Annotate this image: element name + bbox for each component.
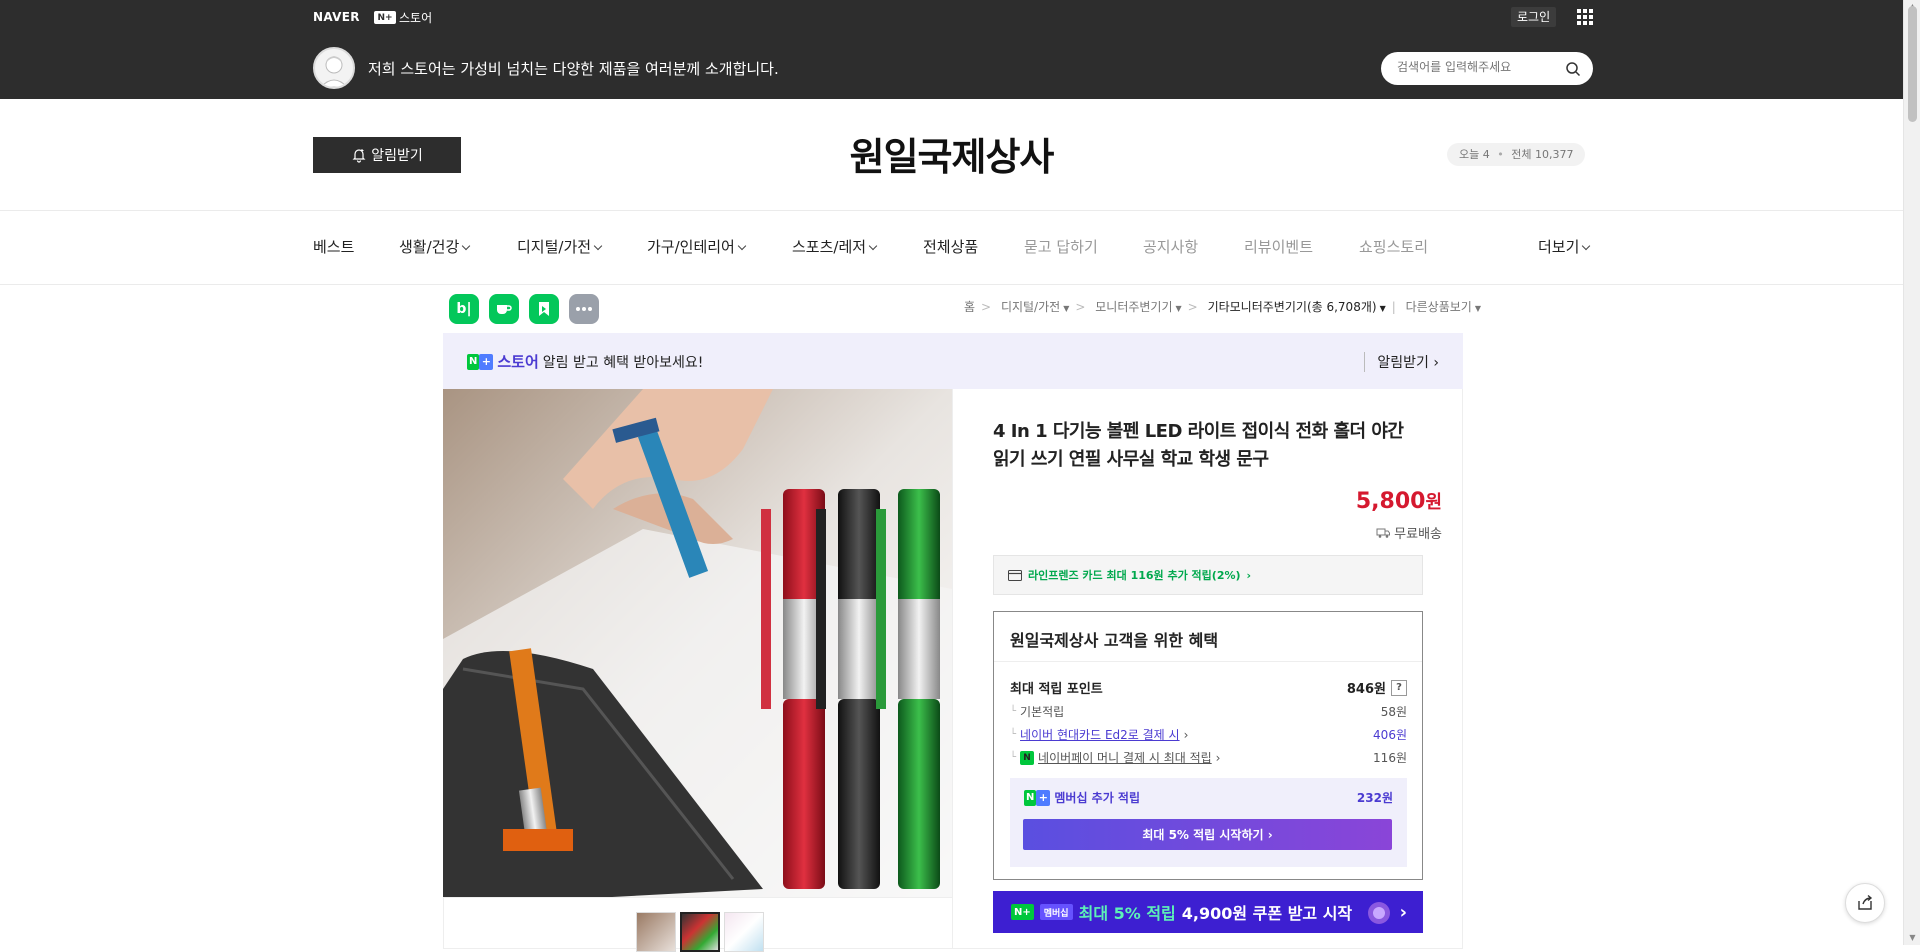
share-icon [1858, 894, 1873, 910]
today-count: 오늘 4 [1459, 148, 1490, 161]
apps-grid-icon[interactable] [1577, 9, 1593, 25]
chevron-down-icon [462, 241, 471, 251]
points-row-basic: └ 기본적립 58원 [1010, 705, 1407, 719]
breadcrumb-cat1[interactable]: 디지털/가전 ▼ [1001, 300, 1069, 314]
promo-alarm-link[interactable]: 알림받기 › [1364, 352, 1439, 372]
breadcrumb-other-products[interactable]: 다른상품보기 ▼ [1406, 300, 1481, 314]
chevron-down-icon [593, 241, 603, 251]
nav-item-furniture[interactable]: 가구/인테리어 [647, 236, 747, 257]
nplus-badge: N+ [1011, 904, 1034, 920]
visit-count: 오늘 4 • 전체 10,377 [1447, 143, 1586, 166]
cafe-icon[interactable] [489, 294, 519, 324]
breadcrumb: 홈 > 디지털/가전 ▼ > 모니터주변기기 ▼ > 기타모니터주변기기(총 6,708개… [964, 300, 1481, 314]
search-icon[interactable] [1565, 61, 1581, 77]
chevron-down-icon [1582, 241, 1591, 251]
thumbnail-list [636, 912, 764, 952]
category-nav: 베스트 생활/건강 디지털/가전 가구/인테리어 스포츠/레저 전체상품 묻고 … [313, 236, 1593, 258]
npay-money-link[interactable]: 네이버페이 머니 결제 시 최대 적립 [1038, 749, 1212, 766]
vertical-scrollbar[interactable]: ▲ ▼ [1903, 0, 1920, 945]
shipping-info: 무료배송 [1376, 523, 1442, 542]
nav-item-qna[interactable]: 묻고 답하기 [1024, 236, 1098, 257]
credit-card-icon [1008, 569, 1022, 581]
chevron-right-icon: › [1433, 355, 1439, 371]
benefits-panel: 원일국제상사 고객을 위한 혜택 최대 적립 포인트 846원? └ 기본적립 5… [993, 611, 1423, 880]
truck-icon [1376, 528, 1391, 538]
product-main-image[interactable] [443, 389, 952, 898]
chevron-right-icon: › [1246, 568, 1252, 582]
login-button[interactable]: 로그인 [1511, 7, 1557, 27]
search-box[interactable] [1381, 52, 1593, 85]
header-divider [0, 210, 1903, 211]
chevron-right-icon: › [1399, 901, 1407, 923]
membership-tag: 멤버십 [1039, 904, 1073, 920]
points-row-card: └ 네이버 현대카드 Ed2로 결제 시 › 406원 [1010, 726, 1407, 743]
image-divider [952, 389, 953, 949]
top-header: NAVER N+ 스토어 로그인 저희 스토어는 가성비 넘치는 다양한 제품을… [0, 0, 1903, 99]
membership-box: N + 멤버십 추가 적립 232원 최대 5% 적립 시작하기 › [1010, 778, 1407, 867]
points-row-npay: └ N 네이버페이 머니 결제 시 최대 적립 › 116원 [1010, 749, 1407, 766]
store-title[interactable]: 원일국제상사 [0, 126, 1903, 181]
thumbnail-2[interactable] [680, 912, 720, 952]
nav-item-sports[interactable]: 스포츠/레저 [792, 236, 878, 257]
chevron-down-icon [868, 241, 878, 251]
nplus-store-logo[interactable]: N+ 스토어 [374, 9, 432, 26]
nplus-badge: N [467, 353, 480, 370]
benefits-title: 원일국제상사 고객을 위한 혜택 [1010, 631, 1219, 650]
nav-item-shopping-story[interactable]: 쇼핑스토리 [1359, 236, 1428, 257]
max-points-row: 최대 적립 포인트 846원? [1010, 678, 1407, 697]
store-tagline: 저희 스토어는 가성비 넘치는 다양한 제품을 여러분께 소개합니다. [368, 60, 779, 78]
more-icon[interactable] [569, 294, 599, 324]
breadcrumb-cat3[interactable]: 기타모니터주변기기(총 6,708개) ▼ [1208, 300, 1386, 314]
promo-text: 알림 받고 혜택 받아보세요! [542, 354, 704, 371]
nav-item-best[interactable]: 베스트 [313, 236, 354, 257]
scroll-down-arrow[interactable]: ▼ [1904, 931, 1920, 945]
thumbnail-1[interactable] [636, 912, 676, 952]
nav-item-review-event[interactable]: 리뷰이벤트 [1244, 236, 1313, 257]
store-avatar [313, 47, 355, 89]
image-bottom-divider [443, 897, 952, 898]
nav-item-all-products[interactable]: 전체상품 [923, 236, 978, 257]
nplus-badge: N [1024, 789, 1037, 806]
help-icon[interactable]: ? [1391, 679, 1407, 696]
blog-icon[interactable]: b| [449, 294, 479, 324]
nav-divider [0, 284, 1903, 285]
total-count: 전체 10,377 [1511, 148, 1574, 161]
scrollbar-thumb[interactable] [1908, 6, 1917, 122]
hyundai-card-link[interactable]: 네이버 현대카드 Ed2로 결제 시 [1020, 726, 1180, 743]
chevron-down-icon [737, 241, 747, 251]
product-title: 4 In 1 다기능 볼펜 LED 라이트 접이식 전화 홀더 야간 읽기 쓰기… [993, 421, 1404, 470]
promo-message: N + 스토어 알림 받고 혜택 받아보세요! [467, 353, 704, 371]
membership-coupon-banner[interactable]: N+ 멤버십 최대 5% 적립 4,900원 쿠폰 받고 시작 › [993, 891, 1423, 933]
promo-store-word: 스토어 [497, 353, 539, 371]
npay-icon: N [1020, 750, 1035, 765]
card-benefit-link[interactable]: 라인프렌즈 카드 최대 116원 추가 적립(2%) › [993, 555, 1423, 595]
breadcrumb-home[interactable]: 홈 [964, 300, 975, 314]
nav-item-living-health[interactable]: 생활/건강 [399, 236, 471, 257]
breadcrumb-cat2[interactable]: 모니터주변기기 ▼ [1095, 300, 1181, 314]
nplus-badge: N+ [374, 11, 396, 24]
search-input[interactable] [1397, 60, 1557, 74]
benefits-divider [994, 661, 1422, 662]
chevron-right-icon: › [1267, 827, 1273, 842]
nav-item-notice[interactable]: 공지사항 [1143, 236, 1198, 257]
naver-logo[interactable]: NAVER [313, 10, 360, 24]
membership-start-button[interactable]: 최대 5% 적립 시작하기 › [1023, 819, 1392, 850]
share-button[interactable] [1845, 883, 1885, 923]
gift-icon [1368, 902, 1391, 924]
thumbnail-3[interactable] [724, 912, 764, 952]
promo-banner[interactable]: N + 스토어 알림 받고 혜택 받아보세요! 알림받기 › [443, 333, 1463, 389]
product-price: 5,800원 [1355, 489, 1442, 514]
nav-item-digital[interactable]: 디지털/가전 [517, 236, 603, 257]
bookmark-icon[interactable] [529, 294, 559, 324]
store-label: 스토어 [399, 11, 433, 25]
membership-row: N + 멤버십 추가 적립 232원 [1024, 789, 1393, 806]
nav-more[interactable]: 더보기 [1538, 236, 1591, 257]
